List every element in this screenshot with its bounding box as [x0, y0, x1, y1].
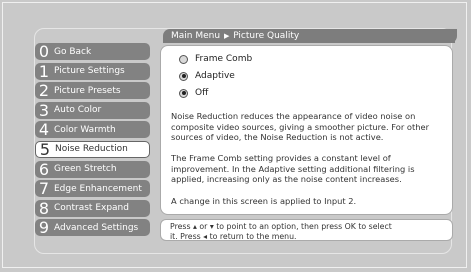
menu-item-picture-presets[interactable]: 2 Picture Presets: [35, 81, 150, 101]
description-frame-comb: The Frame Comb setting provides a consta…: [171, 153, 415, 184]
menu-item-contrast-expand[interactable]: 8 Contrast Expand: [35, 198, 150, 218]
breadcrumb-main: Main Menu: [171, 31, 221, 41]
option-frame-comb[interactable]: Frame Comb: [179, 54, 252, 64]
breadcrumb: Main Menu ▶ Picture Quality: [163, 29, 457, 43]
option-off[interactable]: Off: [179, 88, 208, 98]
option-label: Frame Comb: [195, 54, 253, 64]
menu-number: 2: [38, 81, 50, 101]
menu-number: 4: [38, 120, 50, 140]
menu-item-edge-enhancement[interactable]: 7 Edge Enhancement: [35, 179, 150, 199]
description-noise-reduction: Noise Reduction reduces the appearance o…: [171, 111, 429, 142]
radio-icon: [179, 54, 188, 64]
menu-number: 9: [38, 218, 50, 238]
radio-icon: [179, 88, 188, 98]
help-line-1: Press ▴ or ▾ to point to an option, then…: [170, 222, 392, 231]
menu-number: 5: [39, 139, 51, 159]
menu-label: Picture Settings: [54, 66, 125, 77]
menu-number: 8: [38, 198, 50, 218]
menu-number: 0: [38, 42, 50, 61]
menu-item-noise-reduction[interactable]: 5 Noise Reduction: [35, 139, 150, 159]
menu-label: Contrast Expand: [54, 203, 129, 214]
menu-number: 3: [38, 100, 50, 120]
menu-number: 6: [38, 159, 50, 179]
menu-item-green-stretch[interactable]: 6 Green Stretch: [35, 159, 150, 179]
menu-item-advanced-settings[interactable]: 9 Advanced Settings: [35, 218, 150, 238]
help-line-2: it. Press ◂ to return to the menu.: [170, 231, 297, 241]
menu-item-auto-color[interactable]: 3 Auto Color: [35, 100, 150, 120]
menu-label: Advanced Settings: [54, 222, 139, 233]
menu-label: Green Stretch: [54, 164, 117, 175]
breadcrumb-arrow-icon: ▶: [223, 32, 230, 40]
radio-icon: [179, 71, 188, 81]
menu-item-picture-settings[interactable]: 1 Picture Settings: [35, 61, 150, 81]
options-panel: Frame Comb Adaptive Off Noise Reduction …: [160, 45, 453, 215]
menu-label: Go Back: [54, 46, 92, 57]
menu-item-color-warmth[interactable]: 4 Color Warmth: [35, 120, 150, 140]
breadcrumb-current: Picture Quality: [233, 31, 300, 41]
header-tab: [445, 29, 455, 43]
help-bar: Press ▴ or ▾ to point to an option, then…: [160, 219, 453, 241]
menu-label: Auto Color: [54, 105, 102, 116]
description-input-note: A change in this screen is applied to In…: [171, 196, 357, 206]
menu-label: Picture Presets: [54, 85, 121, 96]
menu-number: 7: [38, 179, 50, 199]
menu-label: Edge Enhancement: [54, 183, 142, 194]
menu-label: Color Warmth: [54, 124, 116, 135]
menu-item-go-back[interactable]: 0 Go Back: [35, 43, 150, 60]
option-adaptive[interactable]: Adaptive: [179, 71, 235, 81]
option-label: Adaptive: [195, 71, 235, 81]
option-label: Off: [195, 88, 209, 98]
menu-label: Noise Reduction: [55, 144, 128, 155]
menu-number: 1: [38, 61, 50, 81]
side-menu: 0 Go Back 1 Picture Settings 2 Picture Pres…: [35, 43, 150, 239]
